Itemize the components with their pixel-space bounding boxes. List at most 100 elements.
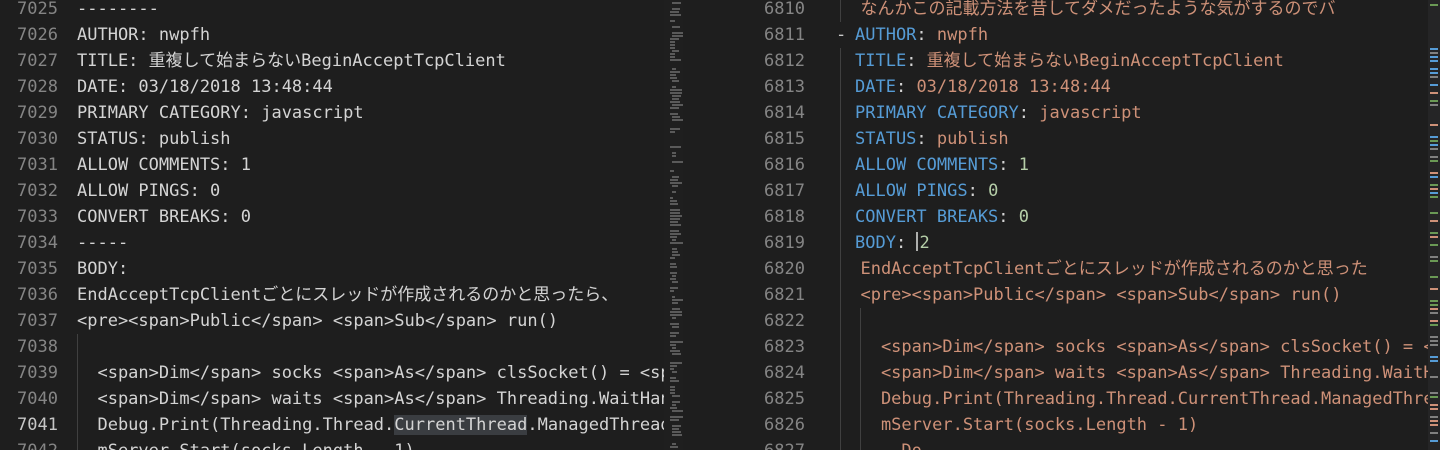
ruler-mark [1430, 424, 1438, 426]
code-line[interactable]: 7041 Debug.Print(Threading.Thread.Curren… [0, 412, 664, 438]
minimap-line [672, 428, 679, 430]
minimap-line [670, 341, 683, 343]
minimap-line [670, 236, 677, 238]
line-text-after: .ManagedThreadId [527, 415, 664, 435]
code-line[interactable]: 6821 <pre><span>Public</span> <span>Sub<… [683, 282, 1428, 308]
minimap-line [670, 350, 680, 352]
right-overview-ruler[interactable] [1428, 0, 1440, 450]
line-text: <span>Dim</span> waits <span>As</span> T… [77, 389, 664, 409]
code-line[interactable]: 7032 ALLOW PINGS: 0 [0, 178, 664, 204]
code-line[interactable]: 6819 BODY: 2 [683, 230, 1428, 256]
line-number: 6827 [683, 438, 805, 450]
minimap-line [670, 272, 677, 274]
minimap-line [672, 299, 683, 301]
line-number: 6820 [764, 259, 805, 279]
line-text: <span>Dim</span> socks <span>As</span> c… [77, 363, 664, 383]
code-line[interactable]: 6816 ALLOW COMMENTS: 1 [683, 152, 1428, 178]
code-line[interactable]: 6820 EndAcceptTcpClientごとにスレッドが作成されるのかと思… [683, 256, 1428, 282]
ruler-mark [1430, 308, 1438, 310]
ruler-mark [1430, 432, 1438, 434]
code-line[interactable]: 6811 - AUTHOR: nwpfh [683, 22, 1428, 48]
left-editor-pane[interactable]: 7025 -------- 7026 AUTHOR: nwpfh 7027 TITLE: … [0, 0, 664, 450]
colon: : [998, 155, 1019, 175]
yaml-key: AUTHOR [855, 25, 917, 45]
ruler-mark [1430, 4, 1438, 6]
indent-guide [840, 74, 841, 100]
right-editor-pane[interactable]: 6810 なんかこの記載方法を昔してダメだったような気がするのでバ 6811 - AU… [683, 0, 1428, 450]
ruler-mark [1430, 260, 1438, 262]
code-line[interactable]: 6817 ALLOW PINGS: 0 [683, 178, 1428, 204]
line-text: ALLOW PINGS: 0 [855, 178, 998, 204]
code-line[interactable]: 7034 ----- [0, 230, 664, 256]
code-line[interactable]: 7031 ALLOW COMMENTS: 1 [0, 152, 664, 178]
minimap-line [670, 47, 675, 49]
minimap-line [670, 218, 680, 220]
code-line[interactable]: 6823 <span>Dim</span> socks <span>As</sp… [683, 334, 1428, 360]
code-line[interactable]: 6813 DATE: 03/18/2018 13:48:44 [683, 74, 1428, 100]
code-line[interactable]: 7039 <span>Dim</span> socks <span>As</sp… [0, 360, 664, 386]
code-line[interactable]: 7035 BODY: [0, 256, 664, 282]
code-line[interactable]: 6826 mServer.Start(socks.Length - 1) [683, 412, 1428, 438]
yaml-key: ALLOW COMMENTS [855, 155, 999, 175]
minimap-line [672, 95, 681, 97]
code-line[interactable]: 7038 [0, 334, 664, 360]
code-line[interactable]: 7042 mServer.Start(socks.Length - 1) [0, 438, 664, 450]
minimap-line [670, 182, 682, 184]
line-number: 6818 [764, 207, 805, 227]
minimap-line [670, 221, 678, 223]
code-line[interactable]: 7026 AUTHOR: nwpfh [0, 22, 664, 48]
code-line[interactable]: 6810 なんかこの記載方法を昔してダメだったような気がするのでバ [683, 0, 1428, 22]
minimap-line [670, 41, 675, 43]
code-line[interactable]: 7029 PRIMARY CATEGORY: javascript [0, 100, 664, 126]
code-line[interactable]: 6827 Do [683, 438, 1428, 450]
yaml-key: CONVERT BREAKS [855, 207, 999, 227]
code-line[interactable]: 7037 <pre><span>Public</span> <span>Sub</… [0, 308, 664, 334]
code-line[interactable]: 7030 STATUS: publish [0, 126, 664, 152]
line-text: なんかこの記載方法を昔してダメだったような気がするのでバ [840, 0, 1336, 19]
code-line[interactable]: 6822 [683, 308, 1428, 334]
code-line[interactable]: 6818 CONVERT BREAKS: 0 [683, 204, 1428, 230]
line-text: STATUS: publish [77, 129, 231, 149]
line-text: AUTHOR: nwpfh [77, 25, 211, 45]
line-text: BODY: 2 [855, 230, 930, 256]
ruler-mark [1430, 184, 1438, 186]
code-line[interactable]: 7036 EndAcceptTcpClientごとにスレッドが作成されるのかと思っ… [0, 282, 664, 308]
colon: : [967, 181, 989, 201]
minimap-line [670, 389, 675, 391]
code-line[interactable]: 6815 STATUS: publish [683, 126, 1428, 152]
minimap-line [672, 251, 678, 253]
code-line[interactable]: 6814 PRIMARY CATEGORY: javascript [683, 100, 1428, 126]
code-line[interactable]: 6812 TITLE: 重複して始まらないBeginAcceptTcpClient [683, 48, 1428, 74]
line-text: BODY: [77, 259, 129, 279]
minimap-line [670, 92, 682, 94]
minimap-line [672, 317, 676, 319]
code-line[interactable]: 7027 TITLE: 重複して始まらないBeginAcceptTcpClient [0, 48, 664, 74]
indent-guide [860, 308, 861, 334]
code-line[interactable]: 6825 Debug.Print(Threading.Thread.Curren… [683, 386, 1428, 412]
code-line[interactable]: 6824 <span>Dim</span> waits <span>As</sp… [683, 360, 1428, 386]
line-text: Do [840, 438, 921, 450]
ruler-mark [1430, 356, 1438, 358]
minimap-line [672, 254, 680, 256]
line-number: 7028 [17, 77, 58, 97]
minimap-line [672, 86, 676, 88]
code-line[interactable]: 7028 DATE: 03/18/2018 13:48:44 [0, 74, 664, 100]
minimap-line [670, 257, 675, 259]
code-line[interactable]: 7025 -------- [0, 0, 664, 22]
indent-guide [840, 230, 841, 256]
left-minimap[interactable] [664, 0, 683, 450]
ruler-mark [1430, 276, 1438, 278]
minimap-line [670, 74, 676, 76]
line-number: 6816 [764, 155, 805, 175]
colon: : [916, 25, 937, 45]
code-line[interactable]: 7040 <span>Dim</span> waits <span>As</sp… [0, 386, 664, 412]
line-text: ALLOW COMMENTS: 1 [855, 152, 1029, 178]
minimap-line [670, 386, 675, 388]
minimap-line [672, 404, 676, 406]
line-number: 6814 [764, 103, 805, 123]
ruler-mark [1430, 188, 1438, 190]
minimap-line [670, 233, 681, 235]
minimap-line [672, 191, 676, 193]
ruler-mark [1430, 376, 1438, 378]
code-line[interactable]: 7033 CONVERT BREAKS: 0 [0, 204, 664, 230]
